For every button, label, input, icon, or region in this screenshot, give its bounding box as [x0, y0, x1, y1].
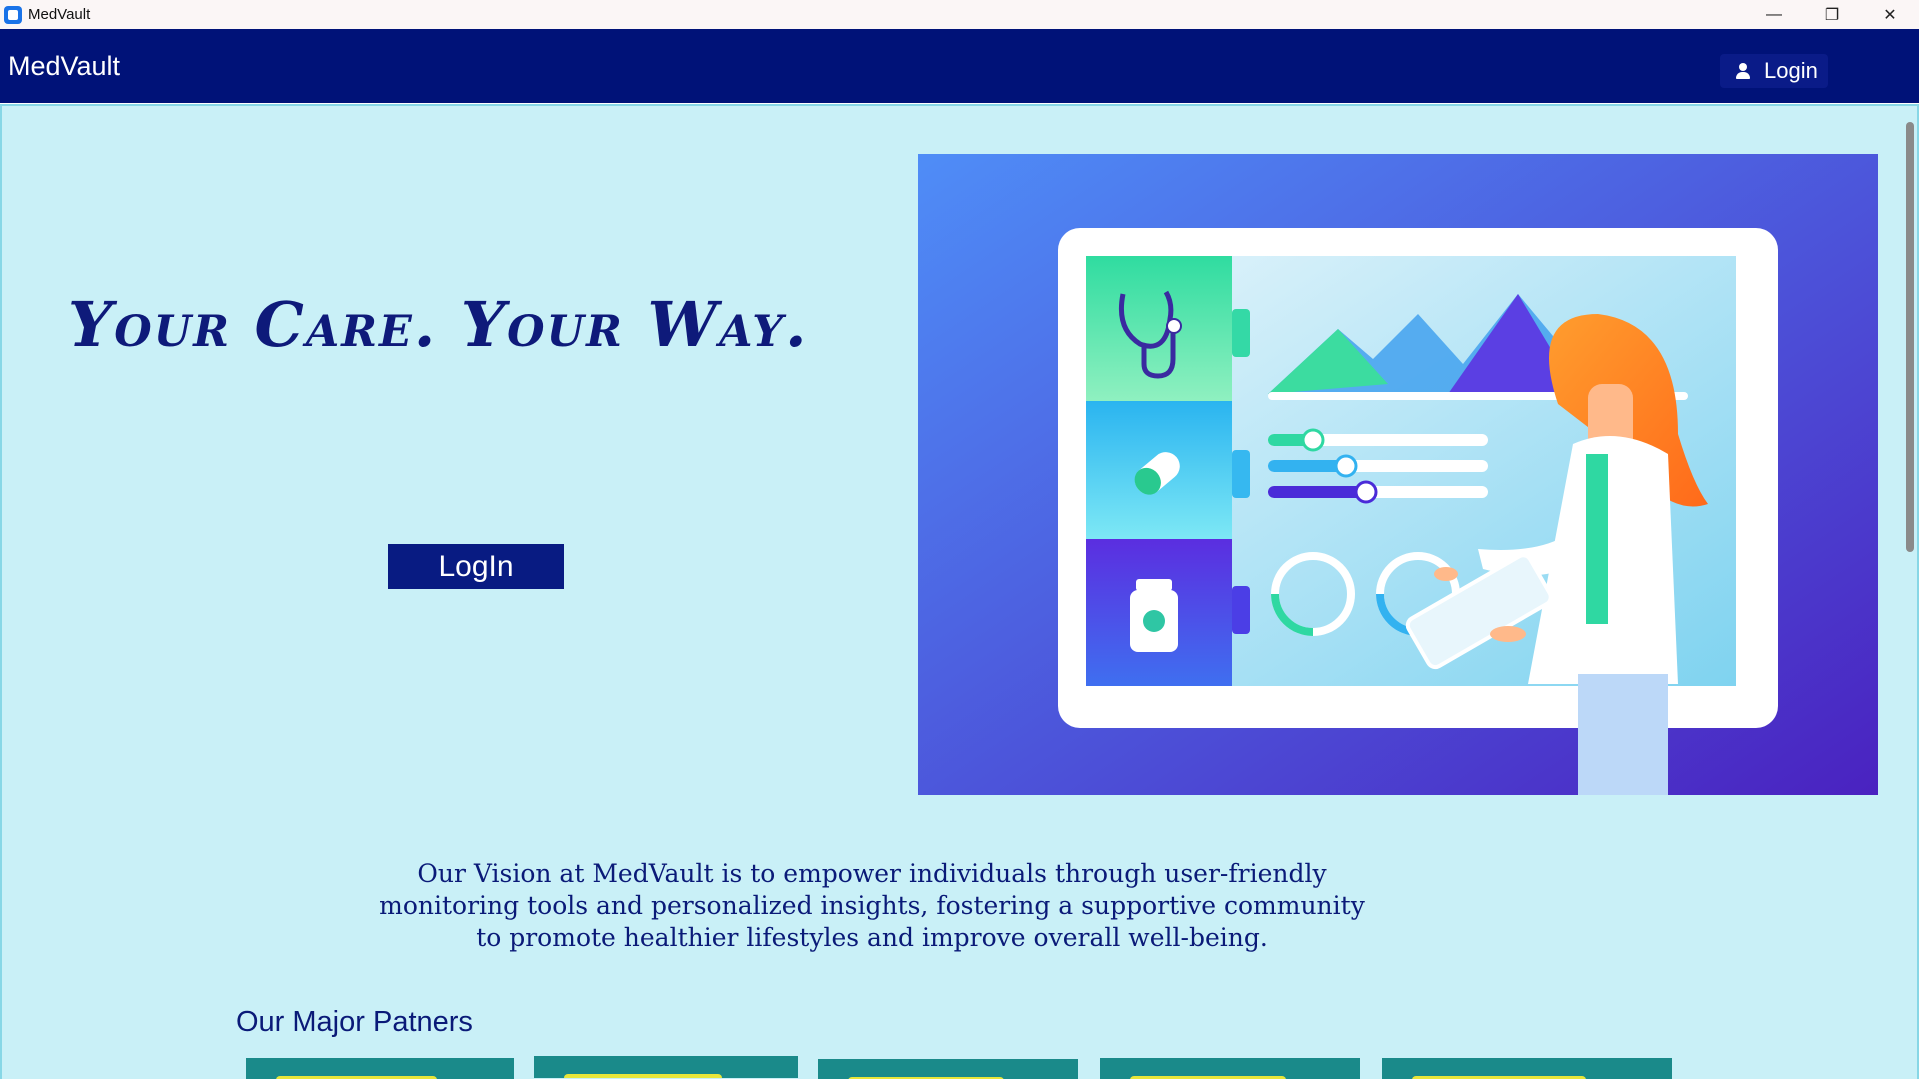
- maximize-icon[interactable]: ❐: [1803, 0, 1861, 29]
- header-login-label: Login: [1764, 58, 1818, 83]
- vision-line-2: monitoring tools and personalized insigh…: [379, 891, 1365, 920]
- partner-logo[interactable]: [1100, 1058, 1360, 1079]
- window-titlebar: MedVault — ❐ ✕: [0, 0, 1919, 29]
- partners-strip: [2, 1054, 1917, 1079]
- vision-line-1: Our Vision at MedVault is to empower ind…: [417, 859, 1327, 888]
- user-icon: [1734, 62, 1752, 80]
- main-content: Your Care. Your Way. LogIn Our Vision at…: [0, 104, 1919, 1079]
- vision-statement: Our Vision at MedVault is to empower ind…: [362, 858, 1382, 954]
- app-header: MedVault Login: [0, 29, 1919, 103]
- stethoscope-tile: [1086, 256, 1232, 401]
- hero-login-button[interactable]: LogIn: [388, 544, 564, 589]
- header-login-button[interactable]: Login: [1720, 54, 1828, 88]
- medicine-bottle-icon: [1130, 579, 1178, 652]
- partner-logo[interactable]: [534, 1056, 798, 1078]
- minimize-icon[interactable]: —: [1745, 0, 1803, 29]
- app-icon: [4, 5, 22, 24]
- scrollbar-thumb[interactable]: [1906, 122, 1914, 552]
- slider-graphics: [1268, 428, 1488, 504]
- partner-logo[interactable]: [818, 1059, 1078, 1079]
- close-icon[interactable]: ✕: [1861, 0, 1919, 29]
- hero-illustration: [918, 154, 1878, 795]
- window-title: MedVault: [28, 6, 91, 23]
- partners-heading: Our Major Patners: [236, 1006, 473, 1038]
- partner-logo[interactable]: [246, 1058, 514, 1079]
- partner-logo[interactable]: [1382, 1058, 1672, 1079]
- brand-name[interactable]: MedVault: [8, 51, 120, 82]
- vision-line-3: to promote healthier lifestyles and impr…: [476, 923, 1268, 952]
- window-controls: — ❐ ✕: [1745, 0, 1919, 29]
- hero-tagline: Your Care. Your Way.: [68, 288, 809, 361]
